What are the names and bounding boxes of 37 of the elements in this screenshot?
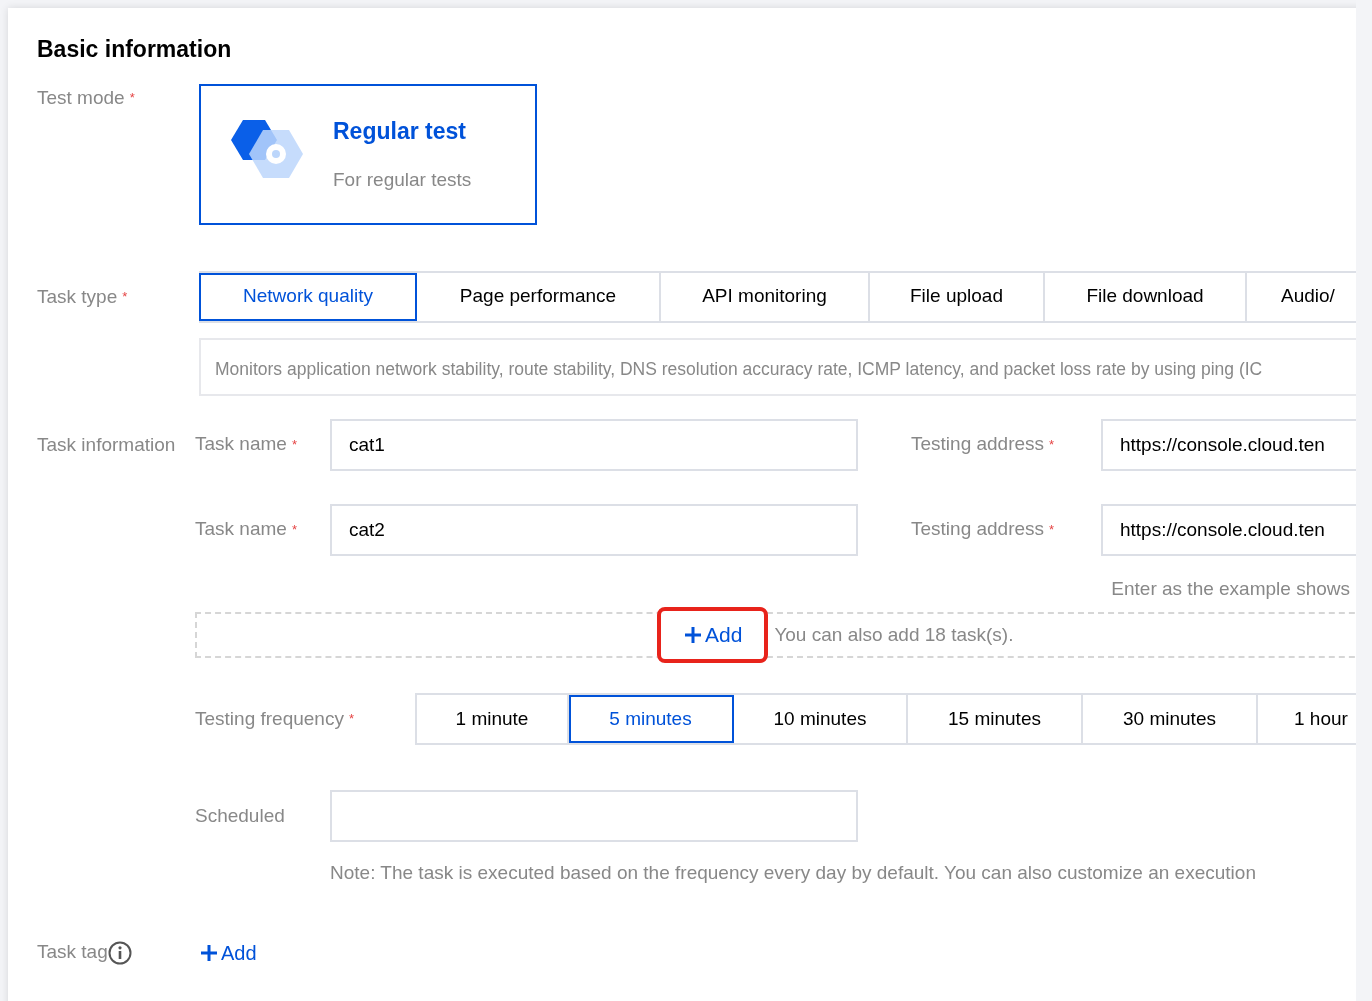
required-mark: * (129, 89, 135, 108)
required-mark: * (122, 288, 128, 307)
field-label: Task type (37, 284, 118, 309)
field-label: Task name (195, 432, 287, 457)
field-label: Task information (37, 432, 177, 457)
mode-description: For regular tests (333, 168, 472, 193)
field-label: Testing frequency (195, 706, 344, 731)
note-text: Note: The task is executed based on the frequency every day by default. You can also customize an execution (330, 861, 1257, 886)
mode-title: Regular test (333, 116, 467, 146)
field-label: Scheduled (195, 803, 285, 828)
hint-text: Enter as the example shows (1111, 576, 1350, 601)
add-hint-text: You can also add 18 task(s). (774, 622, 1014, 647)
field-label: Task name (195, 517, 287, 542)
add-tag-button[interactable]: Add (199, 937, 257, 968)
testing-address-field[interactable]: https://console.cloud.ten (1101, 503, 1356, 556)
task-name-field[interactable]: cat1 (330, 418, 858, 471)
frequency-option[interactable]: 5 minutes (569, 695, 734, 744)
field-label: Testing address (911, 432, 1045, 457)
scheduled-field[interactable] (330, 790, 858, 843)
testing-address-field[interactable]: https://console.cloud.ten (1101, 418, 1356, 471)
required-mark: * (291, 435, 297, 454)
plus-icon (683, 625, 703, 646)
plus-icon (199, 942, 219, 963)
task-name-field[interactable]: cat2 (330, 503, 858, 556)
field-label: Task tag (37, 940, 108, 965)
info-icon[interactable] (107, 940, 132, 965)
add-button[interactable]: Add (659, 609, 767, 662)
field-label: Test mode (37, 85, 125, 110)
task-type-tab[interactable]: Network quality (199, 272, 417, 321)
required-mark: * (1049, 520, 1055, 539)
mode-option-card[interactable]: Regular test For regular tests (199, 83, 537, 225)
required-mark: * (1049, 435, 1055, 454)
section-title: Basic information (37, 36, 233, 64)
required-mark: * (291, 520, 297, 539)
description-box: Monitors application network stability, route stability, DNS resolution accuracy rate, ICMP latency, and packet loss rate by using ping (IC (199, 337, 1356, 396)
field-label: Testing address (911, 517, 1045, 542)
required-mark: * (348, 710, 354, 729)
